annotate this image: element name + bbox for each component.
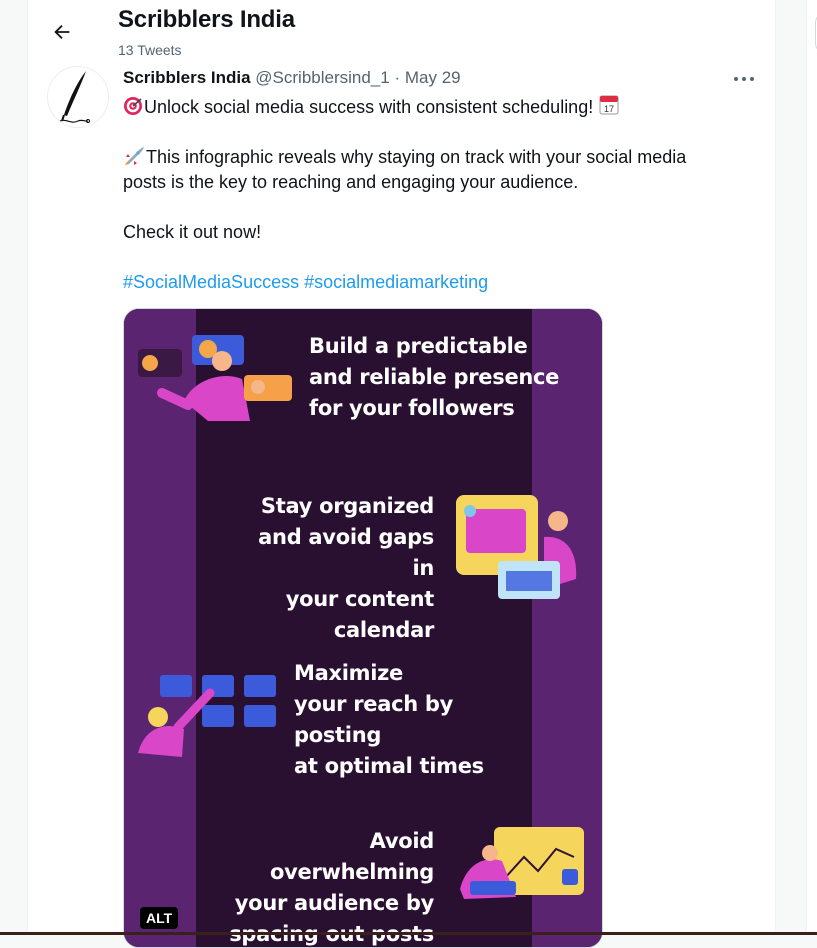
tweet-line-2b: posts is the key to reaching and engagin… <box>123 172 579 192</box>
tweet-author-line: Scribblers India @Scribblersind_1 · May … <box>123 68 461 88</box>
infographic-text-3: Maximize your reach by posting at optima… <box>294 661 484 778</box>
more-button[interactable] <box>729 68 759 90</box>
tweet-date[interactable]: May 29 <box>405 68 461 87</box>
quill-logo-icon <box>57 71 90 123</box>
profile-title: Scribblers India <box>118 6 295 33</box>
infographic-text-2: Stay organized and avoid gaps in your co… <box>258 494 434 642</box>
avatar[interactable] <box>47 66 109 128</box>
rocket-emoji-icon <box>125 147 144 165</box>
tweet-text: Unlock social media success with consist… <box>123 94 723 295</box>
hashtag-link-2[interactable]: #socialmediamarketing <box>304 272 488 292</box>
calendar-emoji-icon: 17 <box>599 95 619 115</box>
infographic-text-4: Avoid overwhelming your audience by spac… <box>229 829 434 946</box>
infographic-text-1: Build a predictable and reliable presenc… <box>309 334 560 420</box>
more-dots-icon <box>734 77 754 81</box>
author-handle[interactable]: @Scribblersind_1 <box>255 68 389 87</box>
tweet-line-2a: This infographic reveals why staying on … <box>146 147 687 167</box>
separator-dot: · <box>394 68 401 87</box>
sidebar-edge <box>806 0 817 935</box>
author-name[interactable]: Scribblers India <box>123 68 251 87</box>
alt-text-badge[interactable]: ALT <box>140 907 179 929</box>
back-button[interactable] <box>44 14 80 50</box>
hashtag-link-1[interactable]: #SocialMediaSuccess <box>123 272 299 292</box>
target-emoji-icon <box>124 97 142 115</box>
tweet-line-3: Check it out now! <box>123 222 262 242</box>
tweet-line-1: Unlock social media success with consist… <box>144 97 594 117</box>
back-arrow-icon <box>54 24 70 40</box>
tweet-count: 13 Tweets <box>118 42 182 58</box>
tweet-media-image[interactable]: Build a predictable and reliable presenc… <box>123 308 603 948</box>
calendar-emoji-number: 17 <box>604 104 614 114</box>
